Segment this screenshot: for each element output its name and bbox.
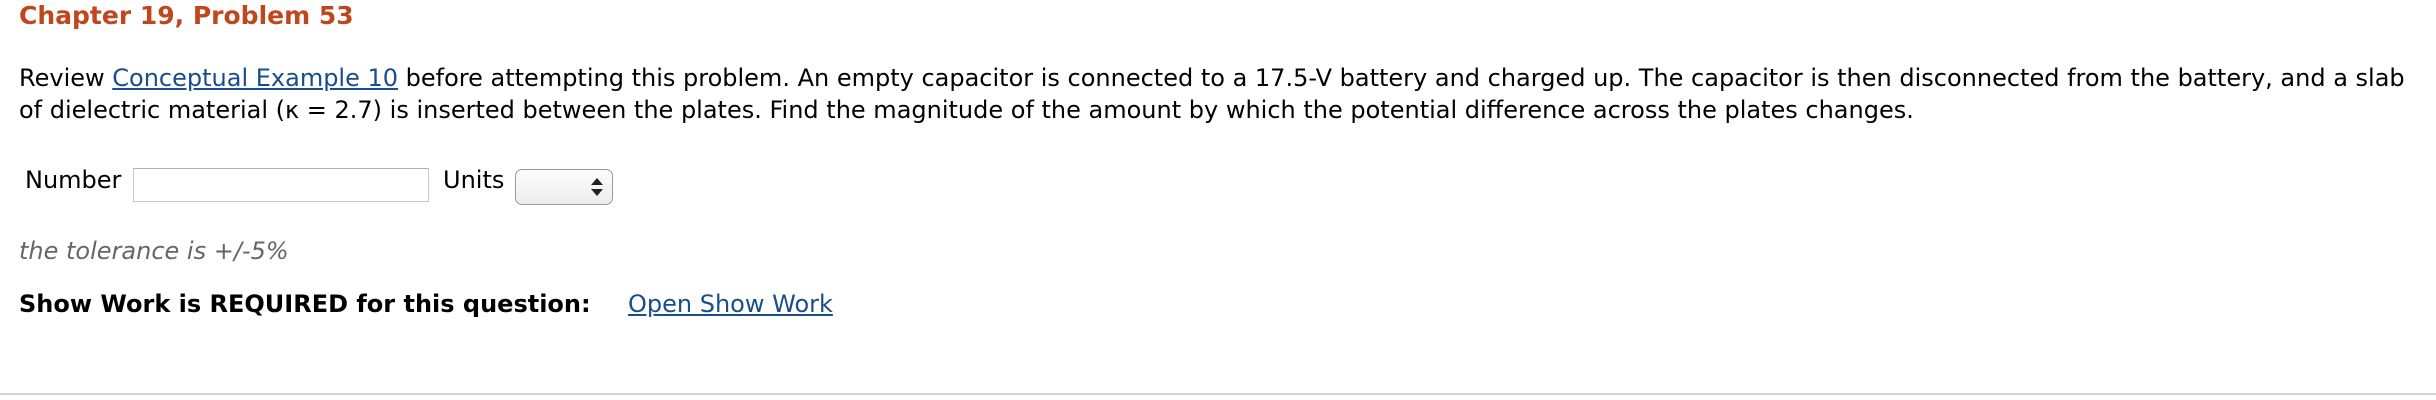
problem-intro-text: Review	[19, 64, 113, 92]
bottom-divider	[0, 393, 2436, 395]
number-input[interactable]	[133, 168, 429, 202]
arrow-down-icon	[591, 189, 603, 196]
tolerance-note: the tolerance is +/-5%	[19, 237, 289, 265]
open-show-work-link[interactable]: Open Show Work	[628, 288, 833, 320]
arrow-up-icon	[591, 178, 603, 185]
problem-statement: Review Conceptual Example 10 before atte…	[19, 62, 2419, 126]
conceptual-example-link[interactable]: Conceptual Example 10	[112, 64, 398, 92]
number-label: Number	[25, 166, 122, 194]
show-work-required-label: Show Work is REQUIRED for this question:	[19, 290, 591, 318]
problem-title: Chapter 19, Problem 53	[19, 1, 354, 30]
units-select[interactable]	[515, 169, 613, 205]
show-work-row: Show Work is REQUIRED for this question:…	[19, 288, 833, 320]
question-page: Chapter 19, Problem 53 Review Conceptual…	[0, 0, 2436, 400]
select-arrows-icon	[591, 176, 603, 198]
units-label: Units	[443, 166, 505, 194]
answer-row: Number Units	[19, 164, 719, 208]
